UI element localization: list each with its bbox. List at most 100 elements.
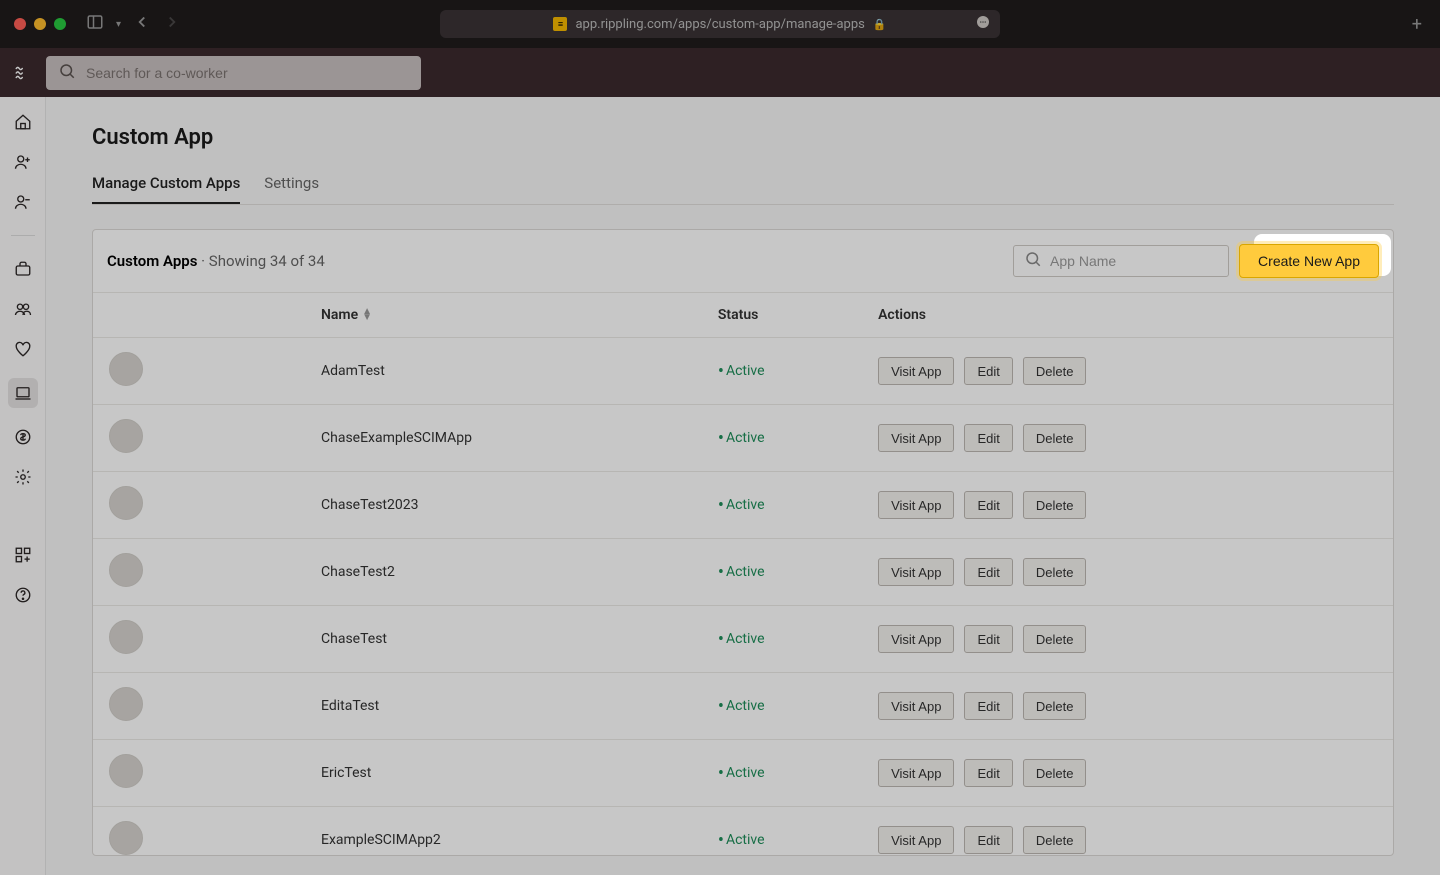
people-icon[interactable] — [12, 298, 34, 320]
tab-manage-custom-apps[interactable]: Manage Custom Apps — [92, 174, 240, 204]
app-name-cell: EricTest — [309, 740, 706, 807]
lock-icon: 🔒 — [873, 18, 887, 31]
delete-button[interactable]: Delete — [1023, 357, 1087, 385]
page-settings-icon[interactable] — [974, 13, 992, 35]
delete-button[interactable]: Delete — [1023, 424, 1087, 452]
window-minimize-icon[interactable] — [34, 18, 46, 30]
help-icon[interactable] — [12, 584, 34, 606]
apps-icon[interactable] — [8, 378, 38, 408]
filter-app-name[interactable] — [1050, 253, 1218, 269]
remove-user-icon[interactable] — [12, 191, 34, 213]
global-search[interactable] — [46, 56, 421, 90]
grid-plus-icon[interactable] — [12, 544, 34, 566]
tabs: Manage Custom Apps Settings — [92, 174, 1394, 205]
sidebar-nav — [0, 97, 46, 875]
status-badge: •Active — [718, 698, 765, 714]
app-avatar — [109, 754, 143, 788]
back-icon[interactable] — [133, 13, 151, 35]
app-header — [0, 48, 1440, 97]
home-icon[interactable] — [12, 111, 34, 133]
app-avatar — [109, 352, 143, 386]
app-avatar — [109, 620, 143, 654]
app-name-cell: ExampleSCIMApp2 — [309, 807, 706, 856]
visit-app-button[interactable]: Visit App — [878, 558, 954, 586]
browser-chrome: ▾ ≡ app.rippling.com/apps/custom-app/man… — [0, 0, 1440, 48]
gear-icon[interactable] — [12, 466, 34, 488]
chevron-down-icon[interactable]: ▾ — [116, 19, 121, 30]
new-tab-icon[interactable]: + — [1412, 14, 1422, 35]
sort-icon[interactable]: ▲▼ — [362, 309, 372, 321]
create-new-app-button[interactable]: Create New App — [1239, 244, 1379, 278]
table-row: ChaseExampleSCIMApp •Active Visit App Ed… — [93, 405, 1393, 472]
edit-button[interactable]: Edit — [964, 424, 1012, 452]
col-status: Status — [706, 293, 866, 338]
delete-button[interactable]: Delete — [1023, 759, 1087, 787]
add-user-icon[interactable] — [12, 151, 34, 173]
briefcase-icon[interactable] — [12, 258, 34, 280]
table-row: ChaseTest2023 •Active Visit App Edit Del… — [93, 472, 1393, 539]
app-avatar — [109, 821, 143, 855]
traffic-lights — [14, 18, 66, 30]
window-maximize-icon[interactable] — [54, 18, 66, 30]
tab-settings[interactable]: Settings — [264, 174, 319, 204]
page-title: Custom App — [92, 125, 1394, 150]
app-name-cell: ChaseTest2023 — [309, 472, 706, 539]
search-icon — [1024, 250, 1042, 272]
visit-app-button[interactable]: Visit App — [878, 357, 954, 385]
table-row: ExampleSCIMApp2 •Active Visit App Edit D… — [93, 807, 1393, 856]
rippling-logo-icon[interactable] — [10, 60, 36, 86]
visit-app-button[interactable]: Visit App — [878, 491, 954, 519]
visit-app-button[interactable]: Visit App — [878, 625, 954, 653]
app-name-cell: ChaseTest2 — [309, 539, 706, 606]
visit-app-button[interactable]: Visit App — [878, 692, 954, 720]
apps-table: Name▲▼ Status Actions AdamTest •Active V… — [93, 293, 1393, 855]
status-badge: •Active — [718, 430, 765, 446]
forward-icon[interactable] — [163, 13, 181, 35]
url-bar[interactable]: ≡ app.rippling.com/apps/custom-app/manag… — [440, 10, 1000, 38]
heart-icon[interactable] — [12, 338, 34, 360]
app-avatar — [109, 553, 143, 587]
delete-button[interactable]: Delete — [1023, 558, 1087, 586]
delete-button[interactable]: Delete — [1023, 826, 1087, 854]
sidebar-toggle-icon[interactable] — [86, 13, 104, 35]
status-badge: •Active — [718, 631, 765, 647]
visit-app-button[interactable]: Visit App — [878, 826, 954, 854]
edit-button[interactable]: Edit — [964, 558, 1012, 586]
edit-button[interactable]: Edit — [964, 826, 1012, 854]
status-badge: •Active — [718, 765, 765, 781]
edit-button[interactable]: Edit — [964, 692, 1012, 720]
panel-title: Custom Apps · Showing 34 of 34 — [107, 252, 325, 270]
app-name-cell: ChaseTest — [309, 606, 706, 673]
table-row: AdamTest •Active Visit App Edit Delete — [93, 338, 1393, 405]
app-avatar — [109, 687, 143, 721]
edit-button[interactable]: Edit — [964, 357, 1012, 385]
col-name[interactable]: Name▲▼ — [309, 293, 706, 338]
status-badge: •Active — [718, 497, 765, 513]
money-icon[interactable] — [12, 426, 34, 448]
status-badge: •Active — [718, 363, 765, 379]
edit-button[interactable]: Edit — [964, 491, 1012, 519]
delete-button[interactable]: Delete — [1023, 625, 1087, 653]
status-badge: •Active — [718, 832, 765, 848]
app-name-cell: AdamTest — [309, 338, 706, 405]
app-avatar — [109, 419, 143, 453]
app-avatar — [109, 486, 143, 520]
edit-button[interactable]: Edit — [964, 759, 1012, 787]
delete-button[interactable]: Delete — [1023, 491, 1087, 519]
table-row: EricTest •Active Visit App Edit Delete — [93, 740, 1393, 807]
delete-button[interactable]: Delete — [1023, 692, 1087, 720]
visit-app-button[interactable]: Visit App — [878, 759, 954, 787]
main-content: Custom App Manage Custom Apps Settings C… — [46, 97, 1440, 875]
table-row: ChaseTest •Active Visit App Edit Delete — [93, 606, 1393, 673]
search-icon — [58, 62, 76, 84]
col-actions: Actions — [866, 293, 1393, 338]
app-name-cell: ChaseExampleSCIMApp — [309, 405, 706, 472]
window-close-icon[interactable] — [14, 18, 26, 30]
global-search-input[interactable] — [86, 65, 409, 81]
site-badge-icon: ≡ — [553, 17, 567, 31]
app-name-cell: EditaTest — [309, 673, 706, 740]
url-text: app.rippling.com/apps/custom-app/manage-… — [575, 17, 864, 32]
filter-input[interactable] — [1013, 245, 1229, 277]
edit-button[interactable]: Edit — [964, 625, 1012, 653]
visit-app-button[interactable]: Visit App — [878, 424, 954, 452]
